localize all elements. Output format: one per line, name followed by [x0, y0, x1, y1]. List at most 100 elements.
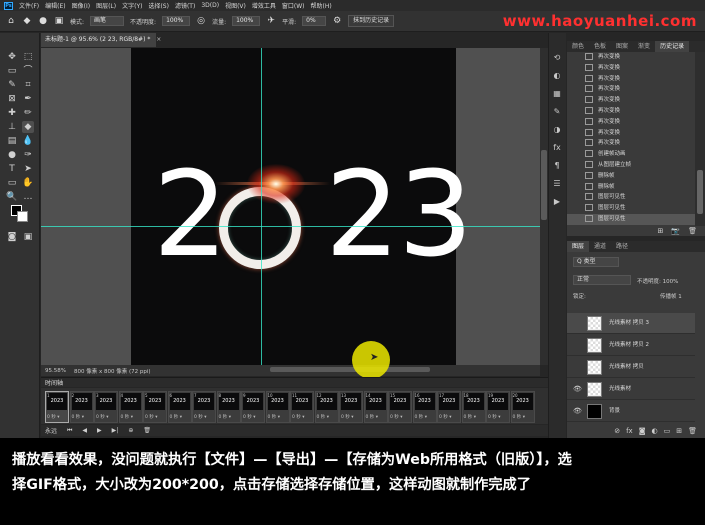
tab-layers[interactable]: 图层 [567, 241, 590, 252]
layer-name[interactable]: 光线素材 拷贝 3 [609, 313, 649, 334]
vertical-guide[interactable] [261, 48, 262, 365]
path-select-tool-icon[interactable]: ➤ [22, 163, 34, 175]
layer-row[interactable]: 光线素材 拷贝 3 [567, 313, 695, 334]
history-state[interactable]: 再次变换 [567, 74, 695, 85]
layer-name[interactable]: 光线素材 拷贝 2 [609, 335, 649, 356]
timeline-frame[interactable]: 2023 15 0 秒 ▾ [388, 391, 412, 423]
menu-3d[interactable]: 3D(D) [201, 2, 219, 9]
menu-type[interactable]: 文字(Y) [122, 1, 142, 10]
tab-channels[interactable]: 通道 [589, 241, 611, 252]
quick-mask-icon[interactable]: ◙ [6, 231, 18, 243]
loop-select[interactable]: 永远 [45, 426, 57, 435]
frame-delay[interactable]: 0 秒 ▾ [243, 414, 255, 420]
history-state[interactable]: 删除帧 [567, 182, 695, 193]
pressure-opacity-icon[interactable]: ◎ [196, 16, 206, 26]
styles-panel-icon[interactable]: fx [551, 142, 563, 154]
layer-visibility-eye-icon[interactable] [573, 318, 581, 328]
brush-settings-icon[interactable]: ▣ [54, 16, 64, 26]
horizontal-guide[interactable] [41, 226, 540, 227]
dodge-tool-icon[interactable]: ● [6, 149, 18, 161]
frame-delay[interactable]: 0 秒 ▾ [292, 414, 304, 420]
marquee-tool-icon[interactable]: ▭ [6, 65, 18, 77]
history-state[interactable]: 再次变换 [567, 138, 695, 149]
crop-tool-icon[interactable]: ⌗ [22, 79, 34, 91]
layer-visibility-eye-icon[interactable]: 👁 [573, 384, 582, 394]
timeline-frame[interactable]: 2023 11 0 秒 ▾ [290, 391, 314, 423]
frame-delay[interactable]: 0 秒 ▾ [488, 414, 500, 420]
history-state[interactable]: 再次变换 [567, 52, 695, 63]
frame-delay[interactable]: 0 秒 ▾ [390, 414, 402, 420]
artboard-tool-icon[interactable]: ⬚ [22, 51, 34, 63]
delete-layer-icon[interactable]: 🗑 [688, 426, 697, 437]
menu-layer[interactable]: 图层(L) [96, 1, 116, 10]
frame-delay[interactable]: 0 秒 ▾ [268, 414, 280, 420]
frame-delay[interactable]: 0 秒 ▾ [72, 414, 84, 420]
properties-panel-icon[interactable]: ☰ [551, 178, 563, 190]
menu-view[interactable]: 视图(V) [225, 1, 246, 10]
home-icon[interactable]: ⌂ [6, 16, 16, 26]
healing-brush-tool-icon[interactable]: ✚ [6, 107, 18, 119]
menu-help[interactable]: 帮助(H) [311, 1, 332, 10]
zoom-tool-icon[interactable]: 🔍 [6, 191, 18, 203]
timeline-frame[interactable]: 2023 10 0 秒 ▾ [265, 391, 290, 423]
layer-row[interactable]: 光线素材 拷贝 [567, 357, 695, 378]
frame-delay[interactable]: 0 秒 ▾ [194, 414, 206, 420]
history-scroll-thumb[interactable] [697, 170, 703, 214]
history-state[interactable]: 删除帧 [567, 171, 695, 182]
adjustments-panel-icon[interactable]: ◑ [551, 124, 563, 136]
frame-tool-icon[interactable]: ⊠ [6, 93, 18, 105]
lasso-tool-icon[interactable]: ⌒ [22, 65, 34, 77]
history-state[interactable]: 再次变换 [567, 106, 695, 117]
frame-delay[interactable]: 0 秒 ▾ [47, 414, 59, 420]
timeline-frame[interactable]: 2023 13 0 秒 ▾ [339, 391, 363, 423]
layer-mask-icon[interactable]: ◙ [639, 426, 646, 437]
frame-delay[interactable]: 0 秒 ▾ [96, 414, 108, 420]
frame-delay[interactable]: 0 秒 ▾ [513, 414, 525, 420]
history-state[interactable]: 图层可见性 [567, 203, 695, 214]
eyedropper-tool-icon[interactable]: ✒ [22, 93, 34, 105]
layer-name[interactable]: 背景 [609, 401, 620, 422]
timeline-frame[interactable]: 2023 5 0 秒 ▾ [143, 391, 167, 423]
play-button[interactable]: ▶ [97, 427, 102, 434]
layer-row[interactable]: 光线素材 拷贝 2 [567, 335, 695, 356]
frame-delay[interactable]: 0 秒 ▾ [439, 414, 451, 420]
snapshot-icon[interactable]: 📷 [671, 226, 680, 236]
timeline-frame[interactable]: 2023 4 0 秒 ▾ [118, 391, 143, 423]
layer-visibility-eye-icon[interactable] [573, 362, 581, 372]
tab-color[interactable]: 颜色 [567, 41, 589, 52]
erase-to-history-button[interactable]: 抹到历史记录 [348, 15, 395, 27]
frame-delay[interactable]: 0 秒 ▾ [145, 414, 157, 420]
timeline-frame[interactable]: 2023 2 0 秒 ▾ [69, 391, 94, 423]
history-state[interactable]: 从图层建立帧 [567, 160, 695, 171]
close-icon[interactable]: × [156, 36, 161, 43]
menu-file[interactable]: 文件(F) [19, 1, 39, 10]
first-frame-button[interactable]: ⏮ [67, 427, 72, 435]
tween-button[interactable]: ⊕ [128, 427, 133, 434]
timeline-frame[interactable]: 2023 9 0 秒 ▾ [241, 391, 265, 423]
timeline-frame[interactable]: 2023 7 0 秒 ▾ [192, 391, 216, 423]
new-document-from-state-icon[interactable]: ⊞ [658, 226, 664, 236]
history-state[interactable]: 再次变换 [567, 95, 695, 106]
frame-delay[interactable]: 0 秒 ▾ [170, 414, 182, 420]
adjustment-layer-icon[interactable]: ◐ [652, 426, 658, 437]
zoom-level[interactable]: 95.58% [45, 368, 66, 374]
actions-panel-icon[interactable]: ▶ [551, 196, 563, 208]
layer-row[interactable]: 👁 背景 [567, 401, 695, 422]
tab-swatches[interactable]: 色板 [589, 41, 611, 52]
menu-select[interactable]: 选择(S) [148, 1, 169, 10]
timeline-frame[interactable]: 2023 6 0 秒 ▾ [167, 391, 192, 423]
tab-patterns[interactable]: 图案 [611, 41, 633, 52]
mode-select[interactable]: 画笔 [90, 16, 125, 26]
tab-gradients[interactable]: 渐变 [633, 41, 655, 52]
history-state[interactable]: 再次变换 [567, 128, 695, 139]
layer-style-icon[interactable]: fx [626, 426, 633, 437]
frame-delay[interactable]: 0 秒 ▾ [415, 414, 427, 420]
frame-delay[interactable]: 0 秒 ▾ [219, 414, 231, 420]
history-state[interactable]: 再次变换 [567, 117, 695, 128]
timeline-frame[interactable]: 2023 12 0 秒 ▾ [314, 391, 339, 423]
timeline-title[interactable]: 时间轴 [45, 378, 63, 387]
next-frame-button[interactable]: ▶| [112, 427, 119, 434]
layer-row[interactable]: 👁 光线素材 [567, 379, 695, 400]
blend-mode-select[interactable]: 正常 [573, 275, 631, 285]
more-tools-icon[interactable]: … [22, 191, 34, 203]
